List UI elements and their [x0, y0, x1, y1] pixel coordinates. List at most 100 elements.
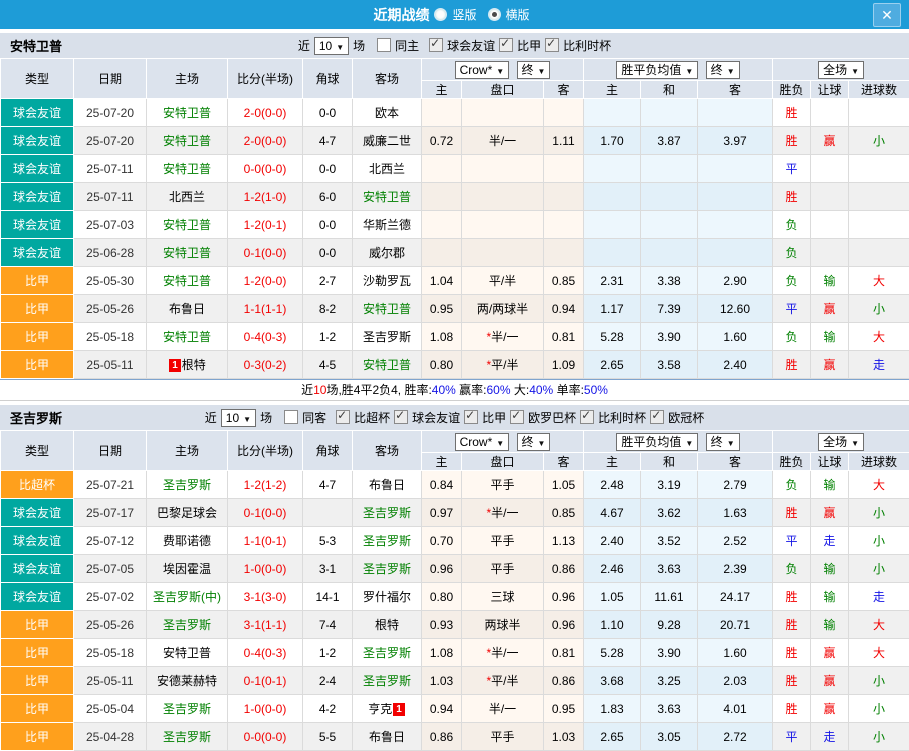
date-cell: 25-05-26 [74, 295, 147, 323]
col-header-handicap-result: 让球 [811, 453, 849, 471]
result-value: 负 [786, 562, 798, 576]
scope-select[interactable]: 全场▼ [818, 61, 864, 79]
dropdown-arrow-icon: ▼ [727, 439, 735, 448]
table-row: 球会友谊25-07-02圣吉罗斯(中)3-1(3-0)14-1罗什福尔0.80三… [1, 583, 909, 611]
result-value: 小 [873, 730, 885, 744]
league-checkbox[interactable]: ✓ [464, 410, 478, 424]
league-checkbox[interactable]: ✓ [510, 410, 524, 424]
avg-home-cell [584, 183, 641, 211]
score-cell: 0-3(0-2) [228, 351, 303, 379]
league-checkbox[interactable]: ✓ [429, 38, 443, 52]
handicap-cell: *平/半 [462, 667, 544, 695]
odds-away-cell: 0.96 [544, 583, 584, 611]
avg-odds-select[interactable]: 胜平负均值▼ [616, 61, 698, 79]
score-cell: 2-0(0-0) [228, 127, 303, 155]
avg-draw-cell: 3.87 [641, 127, 698, 155]
games-label: 场 [353, 39, 365, 53]
away-team-cell: 圣吉罗斯 [353, 499, 422, 527]
check-icon: ✓ [430, 36, 440, 50]
col-header-wdl: 胜负 [773, 453, 811, 471]
league-label[interactable]: 比甲 [517, 39, 541, 53]
league-checkbox[interactable]: ✓ [336, 410, 350, 424]
league-label[interactable]: 欧罗巴杯 [528, 411, 576, 425]
odds-time-select[interactable]: 终▼ [517, 61, 551, 79]
same-venue-label[interactable]: 同客 [302, 411, 326, 425]
result-value: 负 [786, 218, 798, 232]
dropdown-arrow-icon: ▼ [336, 43, 344, 52]
avg-home-cell [584, 211, 641, 239]
odds-home-cell [422, 99, 462, 127]
league-label[interactable]: 比利时杯 [563, 39, 611, 53]
league-checkbox[interactable]: ✓ [580, 410, 594, 424]
league-label[interactable]: 欧冠杯 [668, 411, 704, 425]
league-label[interactable]: 比利时杯 [598, 411, 646, 425]
col-header-score: 比分(半场) [228, 59, 303, 99]
avg-time-select[interactable]: 终▼ [706, 61, 740, 79]
home-team-cell: 安特卫普 [147, 211, 228, 239]
radio-horizontal-layout[interactable] [488, 8, 501, 21]
league-checkbox[interactable]: ✓ [650, 410, 664, 424]
home-team-cell: 1根特 [147, 351, 228, 379]
odds-time-select[interactable]: 终▼ [517, 433, 551, 451]
league-checkbox[interactable]: ✓ [545, 38, 559, 52]
col-header-avg-draw: 和 [641, 453, 698, 471]
handicap-cell: *半/一 [462, 639, 544, 667]
avg-away-cell [698, 239, 773, 267]
odds-home-cell: 0.93 [422, 611, 462, 639]
result-value: 小 [873, 134, 885, 148]
score-cell: 3-1(1-1) [228, 611, 303, 639]
avg-draw-cell: 3.19 [641, 471, 698, 499]
odds-home-cell: 0.70 [422, 527, 462, 555]
score-cell: 1-0(0-0) [228, 555, 303, 583]
match-type-cell: 球会友谊 [1, 583, 74, 611]
league-label[interactable]: 比甲 [482, 411, 506, 425]
odds-company-select[interactable]: Crow*▼ [455, 61, 510, 79]
games-count-select[interactable]: 10 ▼ [314, 37, 349, 55]
date-cell: 25-07-11 [74, 183, 147, 211]
games-count-select[interactable]: 10▼ [221, 409, 256, 427]
avg-away-cell: 2.40 [698, 351, 773, 379]
summary-segment: 60% [487, 383, 511, 397]
away-team-cell: 安特卫普 [353, 295, 422, 323]
team-name: 安特卫普 [363, 302, 411, 316]
league-label[interactable]: 球会友谊 [412, 411, 460, 425]
league-checkbox[interactable]: ✓ [394, 410, 408, 424]
goals-result-cell [849, 239, 909, 267]
odds-company-select[interactable]: Crow*▼ [455, 433, 510, 451]
score-cell: 2-0(0-0) [228, 99, 303, 127]
avg-odds-select[interactable]: 胜平负均值▼ [616, 433, 698, 451]
odds-away-cell [544, 211, 584, 239]
scope-select[interactable]: 全场▼ [818, 433, 864, 451]
radio-vertical-layout[interactable] [434, 8, 447, 21]
league-label[interactable]: 比超杯 [354, 411, 390, 425]
select-value: 10 [319, 39, 332, 53]
odds-home-cell: 0.97 [422, 499, 462, 527]
col-header-type: 类型 [1, 431, 74, 471]
league-checkbox[interactable]: ✓ [499, 38, 513, 52]
avg-draw-cell: 11.61 [641, 583, 698, 611]
same-venue-label[interactable]: 同主 [395, 39, 419, 53]
corner-cell: 5-5 [303, 723, 353, 751]
handicap-result-cell: 输 [811, 267, 849, 295]
same-venue-checkbox[interactable] [284, 410, 298, 424]
corner-cell: 0-0 [303, 211, 353, 239]
team-name: 圣吉罗斯 [363, 562, 411, 576]
wdl-result-cell: 胜 [773, 639, 811, 667]
avg-home-cell: 1.05 [584, 583, 641, 611]
dropdown-arrow-icon: ▼ [538, 67, 546, 76]
odds-home-cell: 0.95 [422, 295, 462, 323]
radio-horizontal-label[interactable]: 横版 [506, 6, 530, 23]
handicap-cell: 半/一 [462, 695, 544, 723]
date-cell: 25-06-28 [74, 239, 147, 267]
league-label[interactable]: 球会友谊 [447, 39, 495, 53]
result-value: 小 [873, 302, 885, 316]
corner-cell: 3-1 [303, 555, 353, 583]
avg-time-select[interactable]: 终▼ [706, 433, 740, 451]
radio-vertical-label[interactable]: 竖版 [452, 6, 476, 23]
col-header-handicap: 盘口 [462, 81, 544, 99]
col-header-away: 客场 [353, 59, 422, 99]
away-team-cell: 根特 [353, 611, 422, 639]
avg-home-cell: 2.46 [584, 555, 641, 583]
close-button[interactable]: ✕ [873, 3, 901, 27]
same-venue-checkbox[interactable] [377, 38, 391, 52]
